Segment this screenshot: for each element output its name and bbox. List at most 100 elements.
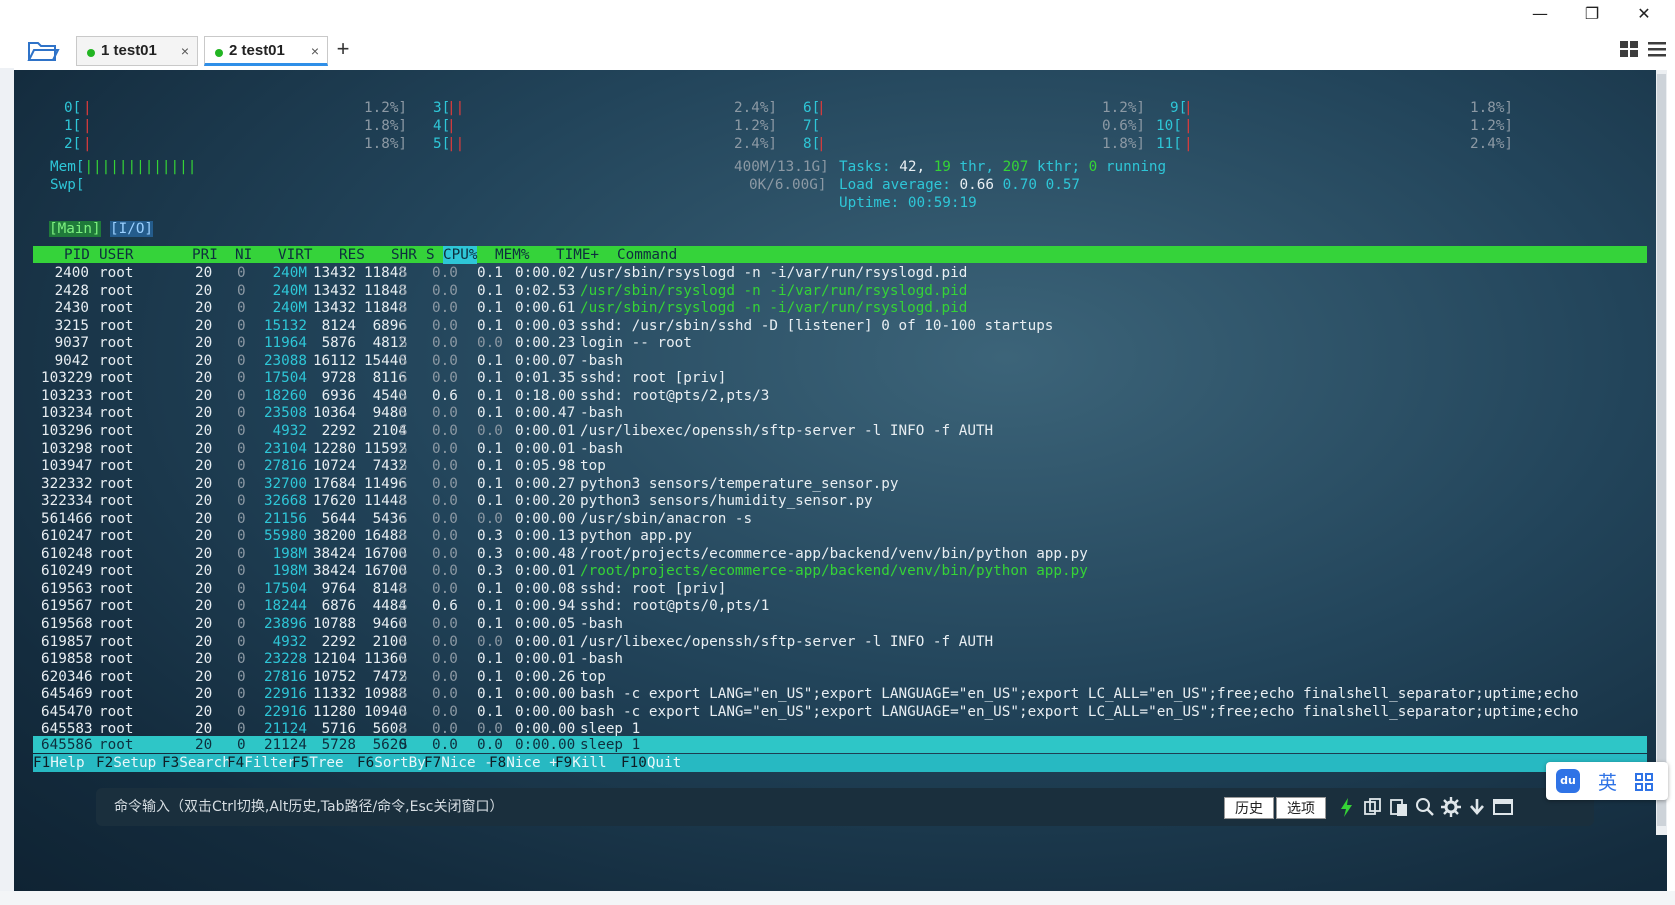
process-row[interactable]: 619563 root 20 0 17504 9764 8148 S 0.0 0.1 0:00.08… xyxy=(14,580,1664,597)
column-cpu[interactable]: CPU% xyxy=(443,246,478,264)
column-res[interactable]: RES xyxy=(339,246,365,264)
process-mem: 0.1 xyxy=(477,703,503,720)
menu-icon[interactable] xyxy=(1646,38,1668,62)
process-row[interactable]: 619858 root 20 0 23228 12104 11360 S 0.0 0.1 0:00.… xyxy=(14,650,1664,667)
function-key-f8[interactable]: F8Nice + xyxy=(489,754,558,772)
screen-tab-io[interactable]: [I/O] xyxy=(110,221,154,238)
column-shr[interactable]: SHR xyxy=(391,246,417,264)
process-user: root xyxy=(99,317,134,334)
process-row[interactable]: 103234 root 20 0 23508 10364 9480 S 0.0 0.1 0:00.4… xyxy=(14,404,1664,421)
function-key-f4[interactable]: F4Filter xyxy=(227,754,296,772)
process-row[interactable]: 610247 root 20 0 55980 38200 16488 S 0.0 0.3 0:00.… xyxy=(14,527,1664,544)
download-arrow-icon[interactable] xyxy=(1466,796,1488,818)
process-row[interactable]: 2400 root 20 0 240M 13432 11848 S 0.0 0.1 0:00.02/… xyxy=(14,264,1664,281)
close-tab-icon[interactable]: × xyxy=(181,37,189,65)
process-row[interactable]: 619567 root 20 0 18244 6876 4484 S 0.6 0.1 0:00.94… xyxy=(14,597,1664,614)
process-ni: 0 xyxy=(237,651,246,668)
close-tab-icon[interactable]: × xyxy=(311,37,319,65)
process-row[interactable]: 9037 root 20 0 11964 5876 4812 S 0.0 0.0 0:00.23 lo… xyxy=(14,334,1664,351)
column-mem[interactable]: MEM% xyxy=(495,246,529,264)
process-user: root xyxy=(99,668,134,685)
baidu-ime-logo[interactable]: du xyxy=(1556,769,1580,793)
process-row[interactable]: 2430 root 20 0 240M 13432 11848 S 0.0 0.1 0:00.61/… xyxy=(14,299,1664,316)
close-window-button[interactable]: ✕ xyxy=(1624,0,1664,28)
process-time: 0:00.13 xyxy=(515,528,576,545)
process-row[interactable]: 619568 root 20 0 23896 10788 9460 S 0.0 0.1 0:00.0… xyxy=(14,615,1664,632)
restore-button[interactable]: ❐ xyxy=(1572,0,1612,28)
process-row[interactable]: 322334 root 20 0 32668 17620 11448 S 0.0 0.1 0:00.… xyxy=(14,492,1664,509)
minimize-button[interactable]: — xyxy=(1520,0,1560,28)
copy-icon[interactable] xyxy=(1362,796,1384,818)
column-pri[interactable]: PRI xyxy=(192,246,218,264)
function-key-f5[interactable]: F5Tree xyxy=(292,754,344,772)
lightning-icon[interactable] xyxy=(1336,796,1358,818)
process-ni: 0 xyxy=(237,563,246,580)
options-button[interactable]: 选项 xyxy=(1276,797,1326,819)
function-key-label: Nice - xyxy=(441,755,493,771)
terminal-scrollbar[interactable] xyxy=(1656,70,1667,835)
process-row[interactable]: 610249 root 20 0 198M 38424 16700 S 0.0 0.3 0:00.0… xyxy=(14,562,1664,579)
add-tab-button[interactable]: + xyxy=(332,36,354,64)
process-row[interactable]: 322332 root 20 0 32700 17684 11496 S 0.0 0.1 0:00.… xyxy=(14,475,1664,492)
process-ni: 0 xyxy=(237,405,246,422)
process-command: top xyxy=(580,668,606,685)
function-key-f2[interactable]: F2Setup xyxy=(96,754,156,772)
process-shr: 4812 xyxy=(372,335,407,352)
column-command[interactable]: Command xyxy=(617,246,677,264)
function-key-f1[interactable]: F1Help xyxy=(33,754,85,772)
column-state[interactable]: S xyxy=(426,246,435,264)
scrollbar-thumb[interactable] xyxy=(1657,74,1666,826)
process-pri: 20 xyxy=(195,475,213,492)
process-pid: 322332 xyxy=(41,475,93,492)
command-input-hint[interactable]: 命令输入（双击Ctrl切换,Alt历史,Tab路径/命令,Esc关闭窗口） xyxy=(114,788,503,826)
process-row[interactable]: 103296 root 20 0 4932 2292 2104 S 0.0 0.0 0:00.01/… xyxy=(14,422,1664,439)
function-key-f7[interactable]: F7Nice - xyxy=(424,754,493,772)
screen-tab-main[interactable]: [Main] xyxy=(49,221,101,238)
process-ni: 0 xyxy=(237,668,246,685)
process-row[interactable]: 9042 root 20 0 23088 16112 15440 S 0.0 0.1 0:00.07… xyxy=(14,352,1664,369)
column-user[interactable]: USER xyxy=(99,246,133,264)
terminal-area[interactable]: 0[| 1.2%] 1[| 1.8%] 2[| 1.8%] 3[|| 2.4%] 4[| 1.2%… xyxy=(14,70,1667,891)
ime-toolbar[interactable]: du 英 xyxy=(1546,762,1668,800)
column-virt[interactable]: VIRT xyxy=(278,246,312,264)
folder-icon[interactable] xyxy=(26,36,60,64)
cpu-meter-bar: | xyxy=(1184,136,1193,152)
ime-language-toggle[interactable]: 英 xyxy=(1598,768,1617,795)
process-row[interactable]: 2428 root 20 0 240M 13432 11848 S 0.0 0.1 0:02.53/… xyxy=(14,282,1664,299)
column-ni[interactable]: NI xyxy=(235,246,252,264)
process-command: /usr/sbin/anacron -s xyxy=(580,510,753,527)
process-shr: 16700 xyxy=(363,563,407,580)
gear-icon[interactable] xyxy=(1440,796,1462,818)
function-key-f9[interactable]: F9Kill xyxy=(555,754,607,772)
layout-grid-icon[interactable] xyxy=(1618,38,1640,62)
process-row[interactable]: 645583 root 20 0 21124 5716 5608 S 0.0 0.0 0:00.00… xyxy=(14,720,1664,737)
history-button[interactable]: 历史 xyxy=(1224,797,1274,819)
window-icon[interactable] xyxy=(1492,796,1514,818)
process-row[interactable]: 103298 root 20 0 23104 12280 11592 S 0.0 0.1 0:00.… xyxy=(14,440,1664,457)
function-key-f3[interactable]: F3Search xyxy=(162,754,231,772)
process-row[interactable]: 103233 root 20 0 18260 6936 4540 S 0.6 0.1 0:18.00… xyxy=(14,387,1664,404)
function-key-f6[interactable]: F6SortBy xyxy=(357,754,426,772)
column-time[interactable]: TIME+ xyxy=(556,246,599,264)
function-key-f10[interactable]: F10Quit xyxy=(621,754,681,772)
command-input-bar[interactable]: 命令输入（双击Ctrl切换,Alt历史,Tab路径/命令,Esc关闭窗口） 历史… xyxy=(96,788,1594,826)
process-shr: 11848 xyxy=(363,300,407,317)
process-row[interactable]: 103229 root 20 0 17504 9728 8116 S 0.0 0.1 0:01.35… xyxy=(14,369,1664,386)
function-key-number: F4 xyxy=(227,755,245,771)
ime-menu-icon[interactable] xyxy=(1634,772,1654,792)
process-row[interactable]: 620346 root 20 0 27816 10752 7472 S 0.0 0.1 0:00.2… xyxy=(14,668,1664,685)
paste-icon[interactable] xyxy=(1388,796,1410,818)
cpu-meter-label: 10[ xyxy=(1156,118,1182,134)
process-row[interactable]: 3215 root 20 0 15132 8124 6896 S 0.0 0.1 0:00.03 ss… xyxy=(14,317,1664,334)
process-row[interactable]: 103947 root 20 0 27816 10724 7432 S 0.0 0.1 0:05.9… xyxy=(14,457,1664,474)
process-row[interactable]: 619857 root 20 0 4932 2292 2100 S 0.0 0.0 0:00.01/… xyxy=(14,633,1664,650)
process-row[interactable]: 645469 root 20 0 22916 11332 10988 S 0.0 0.1 0:00.… xyxy=(14,685,1664,702)
process-row[interactable]: 645470 root 20 0 22916 11280 10940 S 0.0 0.1 0:00.… xyxy=(14,703,1664,720)
tab-session-1[interactable]: 1 test01 × xyxy=(76,36,198,66)
tab-session-2[interactable]: 2 test01 × xyxy=(204,36,328,66)
process-command: sshd: /usr/sbin/sshd -D [listener] 0 of … xyxy=(580,317,1054,334)
process-row[interactable]: 610248 root 20 0 198M 38424 16700 S 0.0 0.3 0:00.4… xyxy=(14,545,1664,562)
search-icon[interactable] xyxy=(1414,796,1436,818)
process-row[interactable]: 561466 root 20 0 21156 5644 5436 S 0.0 0.0 0:00.00… xyxy=(14,510,1664,527)
column-pid[interactable]: PID xyxy=(64,246,90,264)
